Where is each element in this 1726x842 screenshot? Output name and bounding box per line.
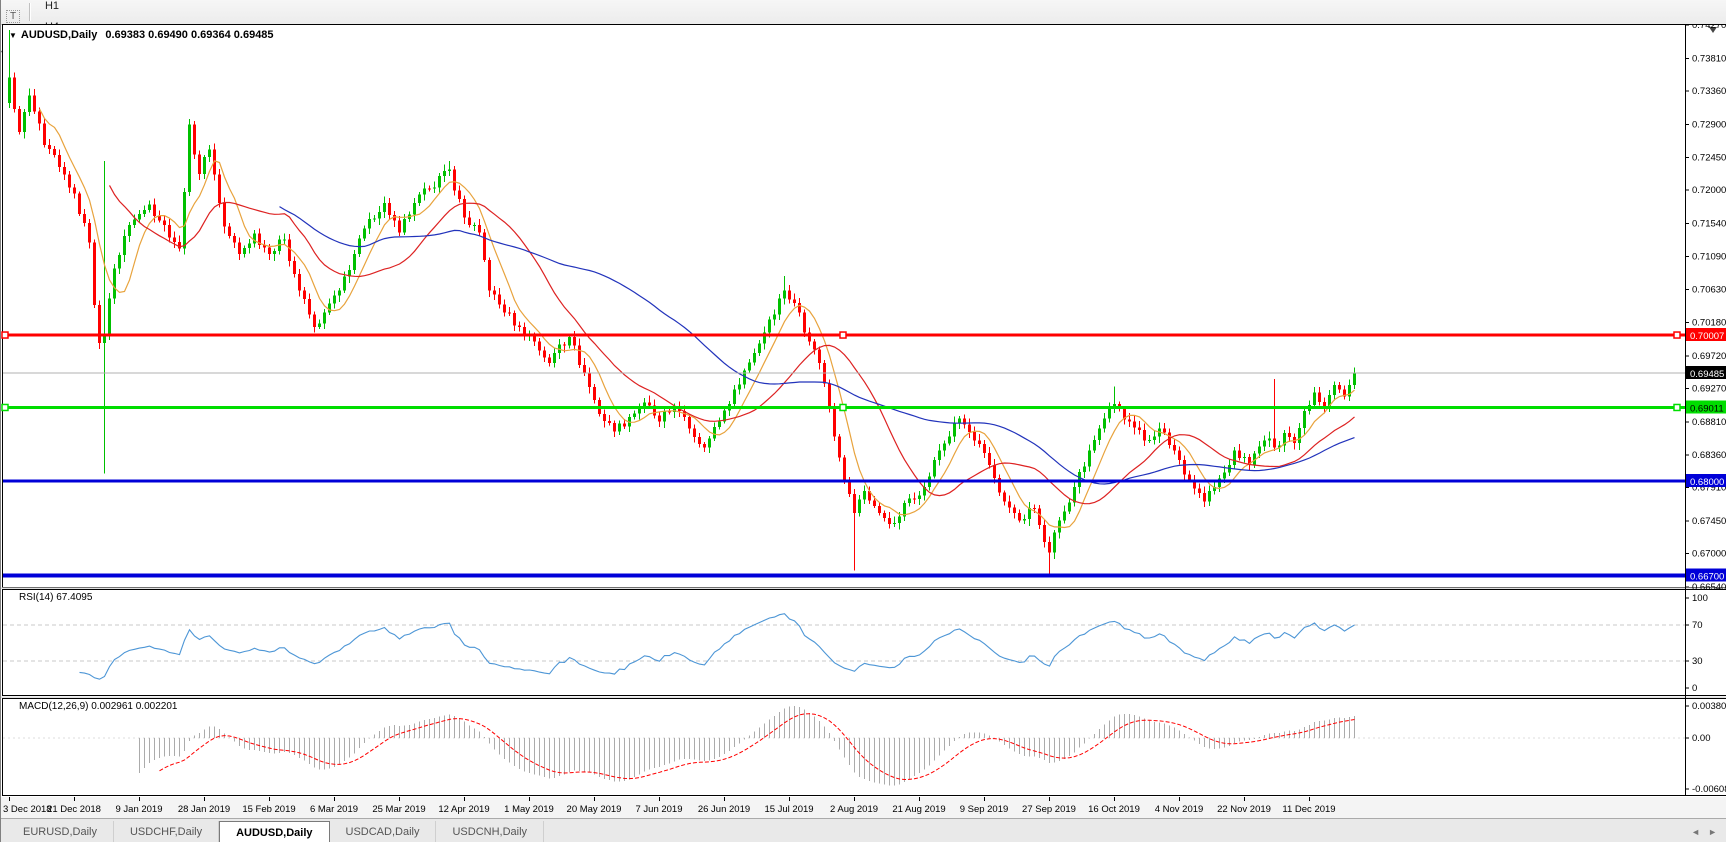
line-handle[interactable] xyxy=(840,332,846,338)
svg-text:12 Apr 2019: 12 Apr 2019 xyxy=(438,804,489,815)
tab-usdcnh[interactable]: USDCNH,Daily xyxy=(436,821,544,842)
svg-text:0.73810: 0.73810 xyxy=(1692,53,1726,64)
svg-text:0.68000: 0.68000 xyxy=(1690,477,1724,488)
svg-text:0.72000: 0.72000 xyxy=(1692,185,1726,196)
svg-text:7 Jun 2019: 7 Jun 2019 xyxy=(635,804,682,815)
svg-text:6 Mar 2019: 6 Mar 2019 xyxy=(310,804,358,815)
svg-text:0.74270: 0.74270 xyxy=(1692,24,1726,31)
svg-text:21 Aug 2019: 21 Aug 2019 xyxy=(892,804,945,815)
svg-text:16 Oct 2019: 16 Oct 2019 xyxy=(1088,804,1140,815)
svg-text:-0.006087: -0.006087 xyxy=(1692,784,1726,795)
tab-scroll-left-icon[interactable]: ◄ xyxy=(1691,827,1700,837)
chart-canvas[interactable]: 0.74270 0.73810 0.73360 0.72900 0.72450 0.720… xyxy=(1,24,1726,818)
tab-eurusd[interactable]: EURUSD,Daily xyxy=(7,821,114,842)
text-label-tool-icon[interactable]: T xyxy=(2,6,24,26)
svg-text:0.70630: 0.70630 xyxy=(1692,285,1726,296)
svg-text:0.003804: 0.003804 xyxy=(1692,701,1726,712)
svg-text:15 Feb 2019: 15 Feb 2019 xyxy=(242,804,295,815)
svg-text:4 Nov 2019: 4 Nov 2019 xyxy=(1155,804,1204,815)
line-handle[interactable] xyxy=(2,404,8,410)
svg-text:0.69720: 0.69720 xyxy=(1692,351,1726,362)
svg-text:22 Nov 2019: 22 Nov 2019 xyxy=(1217,804,1271,815)
tab-usdchf[interactable]: USDCHF,Daily xyxy=(114,821,219,842)
toolbar-separator xyxy=(29,3,31,21)
svg-text:0.68360: 0.68360 xyxy=(1692,450,1726,461)
svg-text:70: 70 xyxy=(1692,620,1703,631)
tab-usdcad[interactable]: USDCAD,Daily xyxy=(330,821,437,842)
rsi-indicator-label: RSI(14) 67.4095 xyxy=(19,592,92,603)
svg-text:26 Jun 2019: 26 Jun 2019 xyxy=(698,804,750,815)
svg-text:0.68810: 0.68810 xyxy=(1692,417,1726,428)
svg-text:0.71090: 0.71090 xyxy=(1692,251,1726,262)
mt4-window: ▤FAT➚➘▾ M1M5M15M30H1H4D1W1MN 0.74270 0.73… xyxy=(0,0,1726,842)
svg-text:0.67000: 0.67000 xyxy=(1692,549,1726,560)
svg-text:9 Sep 2019: 9 Sep 2019 xyxy=(960,804,1009,815)
macd-indicator-label: MACD(12,26,9) 0.002961 0.002201 xyxy=(19,701,177,712)
symbol-tabs: EURUSD,DailyUSDCHF,DailyAUDUSD,DailyUSDC… xyxy=(7,821,544,842)
svg-text:30: 30 xyxy=(1692,656,1703,667)
svg-text:0.69270: 0.69270 xyxy=(1692,384,1726,395)
svg-text:0.72900: 0.72900 xyxy=(1692,120,1726,131)
svg-text:9 Jan 2019: 9 Jan 2019 xyxy=(115,804,162,815)
line-handle[interactable] xyxy=(1674,332,1680,338)
panel-frames xyxy=(1,24,1726,818)
svg-text:20 May 2019: 20 May 2019 xyxy=(567,804,622,815)
line-handle[interactable] xyxy=(840,404,846,410)
toolbar: ▤FAT➚➘▾ M1M5M15M30H1H4D1W1MN xyxy=(1,0,1726,25)
line-handle[interactable] xyxy=(2,332,8,338)
price-badge: 0.66700 xyxy=(1686,569,1726,583)
chart-title: ▼ AUDUSD,Daily 0.69383 0.69490 0.69364 0.6… xyxy=(9,29,274,41)
svg-text:11 Dec 2019: 11 Dec 2019 xyxy=(1282,804,1335,815)
price-badge: 0.69485 xyxy=(1686,366,1726,380)
svg-text:0.72450: 0.72450 xyxy=(1692,152,1726,163)
svg-text:0.71540: 0.71540 xyxy=(1692,219,1726,230)
svg-text:0.67450: 0.67450 xyxy=(1692,516,1726,527)
svg-text:0: 0 xyxy=(1692,683,1697,694)
tab-scroll-arrows: ◄ ► xyxy=(1691,821,1717,842)
svg-text:0.00: 0.00 xyxy=(1692,733,1711,744)
panel-splitter-rsi[interactable] xyxy=(1,588,1726,590)
timeframe-h1-button[interactable]: H1 xyxy=(35,0,69,17)
svg-text:0.69485: 0.69485 xyxy=(1690,369,1724,380)
svg-text:28 Jan 2019: 28 Jan 2019 xyxy=(178,804,230,815)
svg-text:0.70180: 0.70180 xyxy=(1692,317,1726,328)
line-handle[interactable] xyxy=(1674,404,1680,410)
svg-text:3 Dec 2018: 3 Dec 2018 xyxy=(3,804,52,815)
svg-text:100: 100 xyxy=(1692,593,1708,604)
chart-quote-values: 0.69383 0.69490 0.69364 0.69485 xyxy=(105,29,273,41)
price-badge: 0.68000 xyxy=(1686,474,1726,488)
svg-text:21 Dec 2018: 21 Dec 2018 xyxy=(47,804,101,815)
svg-text:25 Mar 2019: 25 Mar 2019 xyxy=(372,804,425,815)
panel-splitter-macd[interactable] xyxy=(1,697,1726,699)
svg-text:0.69011: 0.69011 xyxy=(1690,403,1724,414)
svg-text:27 Sep 2019: 27 Sep 2019 xyxy=(1022,804,1076,815)
tab-audusd[interactable]: AUDUSD,Daily xyxy=(219,821,329,842)
tab-scroll-right-icon[interactable]: ► xyxy=(1708,827,1717,837)
chart-symbol-label: AUDUSD,Daily xyxy=(21,29,97,41)
collapse-caret-icon[interactable]: ▼ xyxy=(9,31,17,40)
svg-text:0.66700: 0.66700 xyxy=(1690,572,1724,583)
price-badge: 0.69011 xyxy=(1686,400,1726,414)
svg-text:0.73360: 0.73360 xyxy=(1692,86,1726,97)
svg-text:1 May 2019: 1 May 2019 xyxy=(504,804,554,815)
svg-text:2 Aug 2019: 2 Aug 2019 xyxy=(830,804,878,815)
symbol-tab-bar: EURUSD,DailyUSDCHF,DailyAUDUSD,DailyUSDC… xyxy=(1,818,1726,842)
price-badge: 0.70007 xyxy=(1686,328,1726,342)
svg-text:0.66540: 0.66540 xyxy=(1692,582,1726,593)
svg-text:0.70007: 0.70007 xyxy=(1690,331,1724,342)
svg-text:15 Jul 2019: 15 Jul 2019 xyxy=(764,804,813,815)
